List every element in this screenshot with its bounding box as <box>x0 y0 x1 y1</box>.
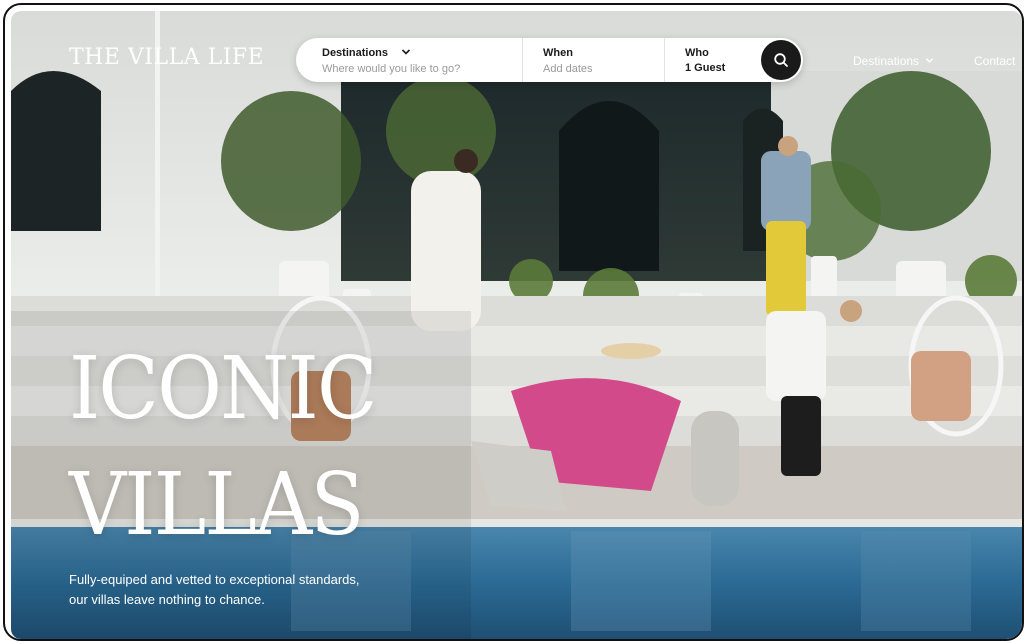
chevron-down-icon <box>926 58 934 63</box>
chevron-down-icon <box>402 49 411 55</box>
when-field-label: When <box>543 47 573 59</box>
hero-subtext-line-1: Fully-equiped and vetted to exceptional … <box>69 572 360 587</box>
destinations-placeholder: Where would you like to go? <box>322 63 461 75</box>
search-icon <box>774 53 788 67</box>
nav-destinations-menu[interactable]: Destinations <box>853 54 934 68</box>
browser-frame: THE VILLA LIFE Destinations Where would … <box>3 3 1024 641</box>
dates-search-field[interactable]: When Add dates <box>522 38 664 82</box>
hero-headline-line-1: ICONIC <box>69 339 377 439</box>
search-bar: Destinations Where would you like to go?… <box>296 38 803 82</box>
nav-contact-link[interactable]: Contact <box>974 54 1015 68</box>
hero-headline: ICONIC VILLAS <box>69 331 377 563</box>
site-logo[interactable]: THE VILLA LIFE <box>69 45 264 70</box>
dates-placeholder: Add dates <box>543 63 593 75</box>
hero-subtext: Fully-equiped and vetted to exceptional … <box>69 570 360 610</box>
guests-search-field[interactable]: Who 1 Guest <box>664 38 754 82</box>
hero-subtext-line-2: our villas leave nothing to chance. <box>69 592 265 607</box>
destinations-field-label: Destinations <box>322 47 522 59</box>
search-button[interactable] <box>761 40 801 80</box>
nav-destinations-label: Destinations <box>853 54 920 68</box>
hero-headline-line-2: VILLAS <box>69 455 365 556</box>
destinations-search-field[interactable]: Destinations Where would you like to go? <box>296 38 522 82</box>
who-field-label: Who <box>685 47 709 59</box>
guests-value: 1 Guest <box>685 62 726 74</box>
hero-section: THE VILLA LIFE Destinations Where would … <box>11 11 1022 639</box>
